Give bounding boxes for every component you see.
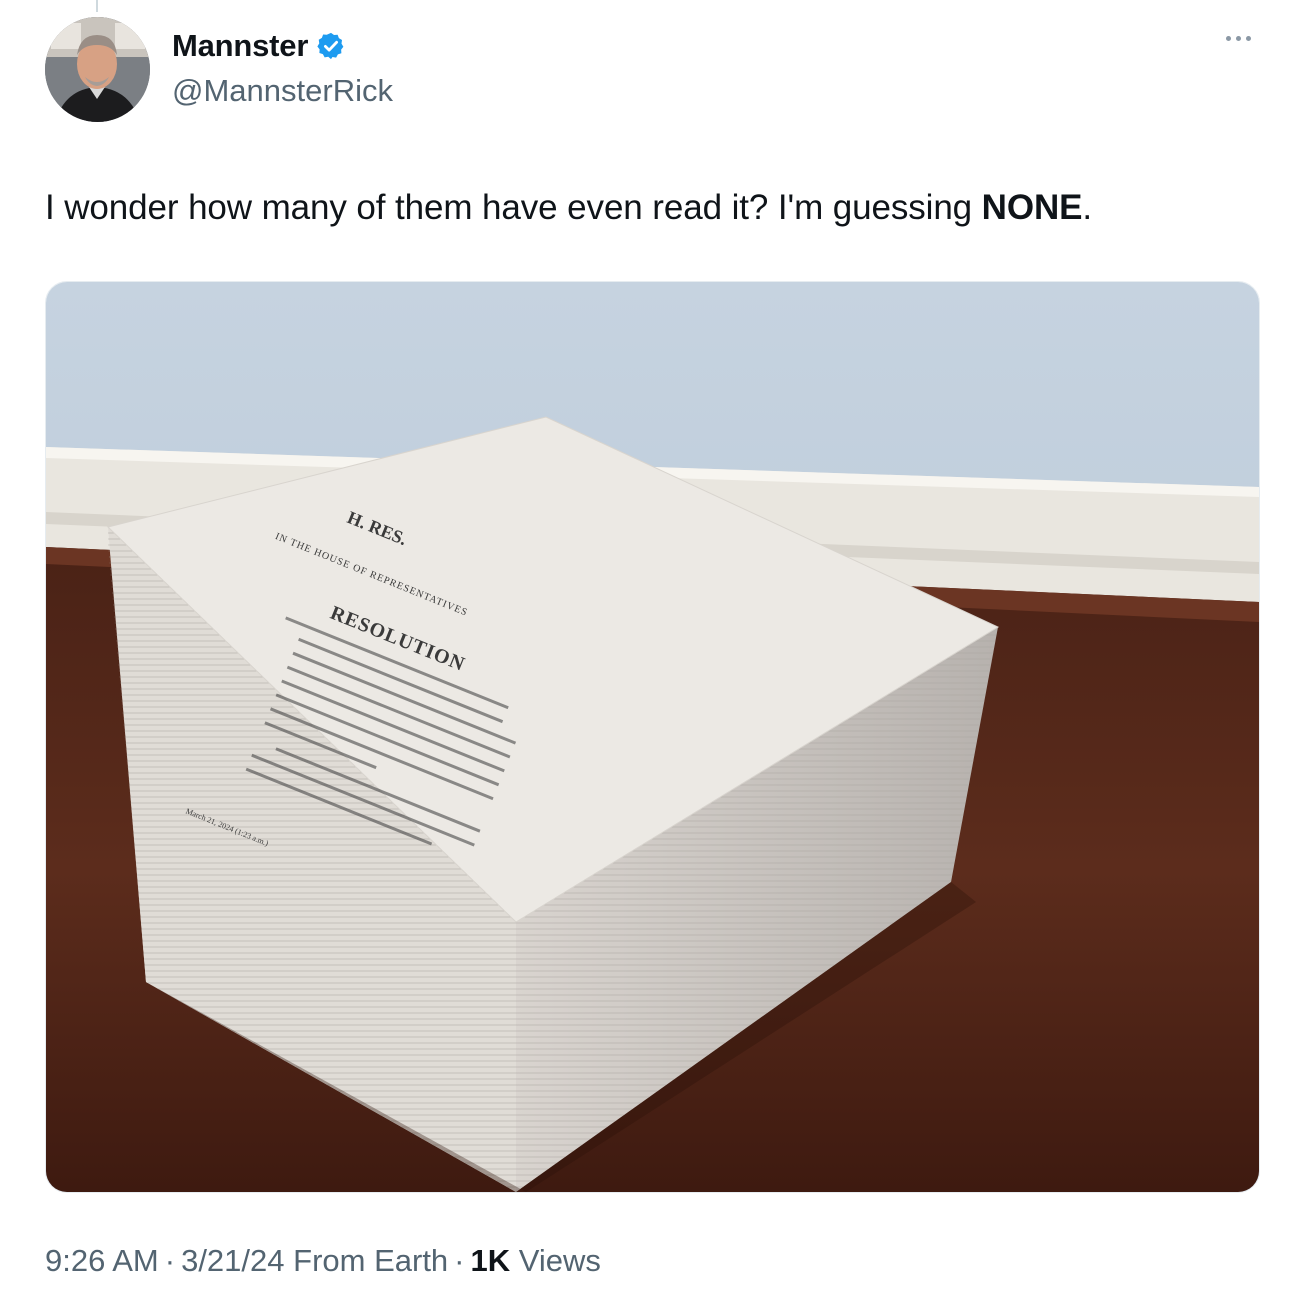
tweet-source: From Earth xyxy=(293,1243,449,1278)
tweet-date[interactable]: 3/21/24 xyxy=(181,1243,284,1278)
meta-separator: · xyxy=(164,1243,176,1278)
tweet-time[interactable]: 9:26 AM xyxy=(45,1243,159,1278)
tweet-meta: 9:26 AM · 3/21/24 From Earth · 1K Views xyxy=(45,1243,601,1279)
views-label: Views xyxy=(518,1243,601,1278)
meta-separator: · xyxy=(454,1243,465,1278)
handle[interactable]: @MannsterRick xyxy=(172,73,393,109)
display-name[interactable]: Mannster xyxy=(172,28,308,64)
tweet-text-part: I wonder how many of them have even read… xyxy=(45,188,982,227)
views-count: 1K xyxy=(470,1243,511,1278)
tweet-photo[interactable]: H. RES. IN THE HOUSE OF REPRESENTATIVES … xyxy=(45,281,1260,1193)
avatar[interactable] xyxy=(45,17,150,122)
more-horizontal-icon[interactable] xyxy=(1226,36,1251,41)
verified-badge-icon[interactable] xyxy=(316,31,346,61)
thread-connector-line xyxy=(96,0,98,12)
tweet-text-bold: NONE xyxy=(981,188,1083,227)
tweet-text: I wonder how many of them have even read… xyxy=(45,185,1092,231)
tweet-text-end: . xyxy=(1082,188,1093,227)
